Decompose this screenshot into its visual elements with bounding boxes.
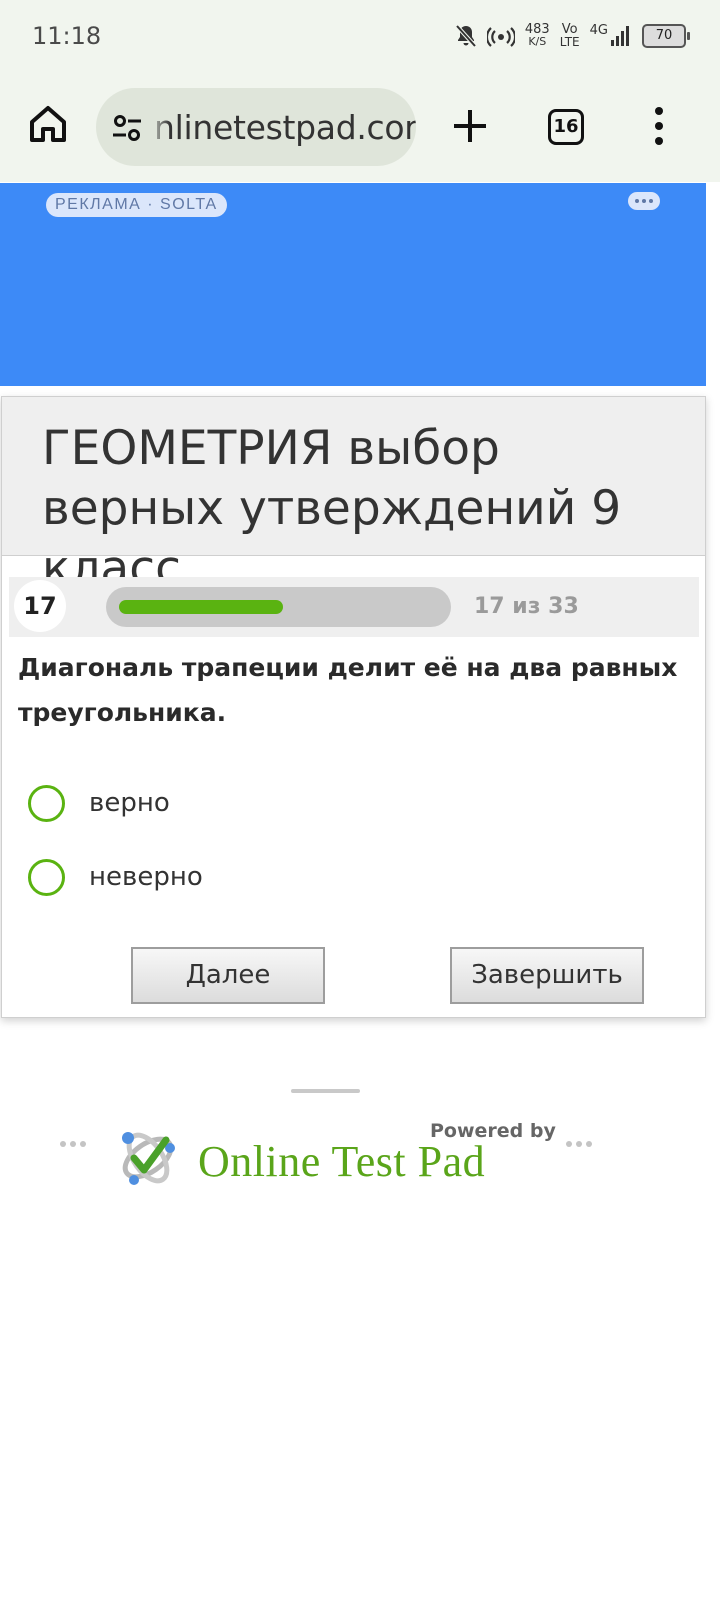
question-text: Диагональ трапеции делит её на два равны… <box>18 653 678 727</box>
signal-group: 4G <box>589 23 632 47</box>
volte-indicator: Vo LTE <box>559 23 580 49</box>
ad-more-icon[interactable] <box>628 192 660 210</box>
ad-label: РЕКЛАМА · SOLTA <box>46 193 227 217</box>
test-header: ГЕОМЕТРИЯ выбор верных утверждений 9 кла… <box>2 397 705 596</box>
url-text: nlinetestpad.com <box>154 108 416 147</box>
browser-toolbar: nlinetestpad.com 16 <box>0 72 720 182</box>
option-true[interactable]: верно <box>28 783 170 823</box>
footer-dots-left <box>60 1141 86 1147</box>
next-button[interactable]: Далее <box>131 947 325 1004</box>
progress-bar-fill <box>119 600 283 614</box>
online-test-pad-logo-icon[interactable] <box>112 1122 184 1194</box>
tune-icon[interactable] <box>112 113 142 143</box>
volte-bottom: LTE <box>559 35 580 49</box>
network-type: 4G <box>589 23 608 38</box>
radio-circle-icon[interactable] <box>28 858 65 896</box>
progress-row: 17 17 из 33 <box>9 577 699 637</box>
ad-banner[interactable]: РЕКЛАМА · SOLTA <box>0 183 706 386</box>
radio-circle-icon[interactable] <box>28 784 65 822</box>
network-speed: 483 K/S <box>525 23 550 48</box>
progress-text: 17 из 33 <box>474 594 579 619</box>
question-number-badge: 17 <box>14 580 66 632</box>
progress-bar <box>106 587 451 627</box>
status-bar: 11:18 483 K/S Vo LTE 4G 70 <box>0 0 720 72</box>
address-bar[interactable]: nlinetestpad.com <box>96 88 416 166</box>
hotspot-icon <box>486 27 515 47</box>
brand-name[interactable]: Online Test Pad <box>198 1136 485 1187</box>
status-time: 11:18 <box>32 22 102 50</box>
network-speed-unit: K/S <box>528 35 547 48</box>
tabs-icon[interactable]: 16 <box>548 109 584 145</box>
signal-icon <box>611 26 629 46</box>
home-icon[interactable] <box>26 102 70 146</box>
finish-button[interactable]: Завершить <box>450 947 644 1004</box>
option-label: верно <box>89 788 170 818</box>
option-false[interactable]: неверно <box>28 857 203 897</box>
status-icons: 483 K/S Vo LTE 4G 70 <box>455 20 690 52</box>
footer-divider <box>291 1089 360 1093</box>
test-card: ГЕОМЕТРИЯ выбор верных утверждений 9 кла… <box>1 396 706 1018</box>
test-title: ГЕОМЕТРИЯ выбор верных утверждений 9 кла… <box>42 421 622 596</box>
plus-icon[interactable] <box>452 108 488 144</box>
bell-off-icon <box>455 24 477 48</box>
url-fade <box>148 88 170 166</box>
footer-dots-right <box>566 1141 592 1147</box>
option-label: неверно <box>89 862 203 892</box>
battery-indicator: 70 <box>642 24 690 48</box>
more-vert-icon[interactable] <box>652 104 666 148</box>
